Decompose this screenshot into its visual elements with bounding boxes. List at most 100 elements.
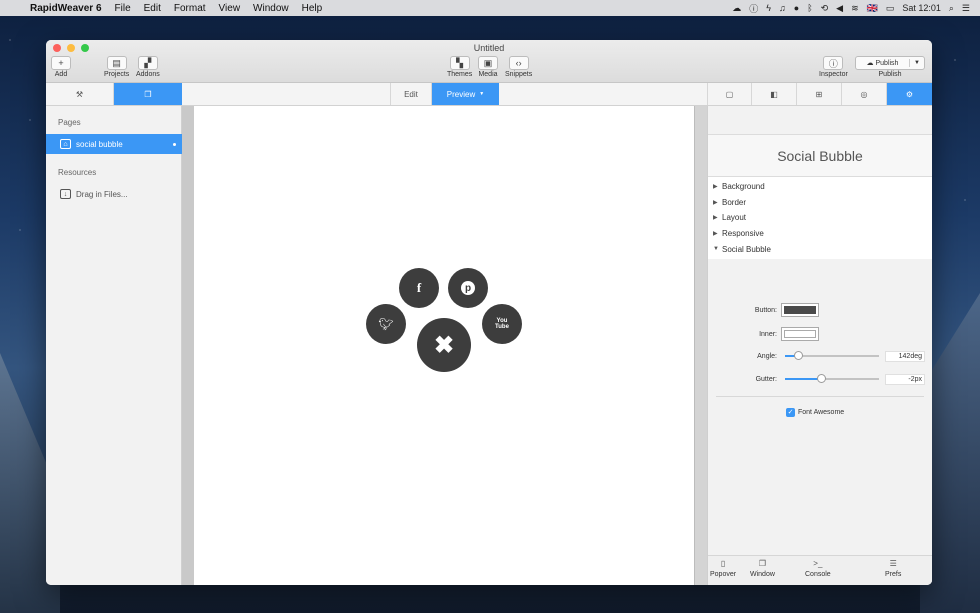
twitter-icon: 🐦︎	[378, 317, 394, 331]
inner-color-row: Inner:	[708, 326, 932, 342]
info-icon[interactable]: ⓘ	[749, 2, 758, 15]
menu-file[interactable]: File	[115, 3, 131, 14]
music-icon[interactable]: ♫	[779, 3, 786, 13]
menu-window[interactable]: Window	[253, 3, 289, 14]
target-icon: ◎	[860, 89, 868, 99]
section-label: Background	[722, 182, 765, 192]
font-awesome-label: Font Awesome	[798, 409, 845, 416]
menu-help[interactable]: Help	[302, 3, 323, 14]
drag-in-files[interactable]: ↓ Drag in Files...	[46, 184, 182, 204]
section-responsive[interactable]: ▶ Responsive	[708, 226, 932, 242]
pages-icon: ❐	[144, 89, 152, 99]
add-button[interactable]: + Add	[51, 56, 71, 78]
gutter-slider[interactable]	[785, 374, 879, 383]
snippets-icon: ‹›	[508, 56, 529, 70]
button-color-well[interactable]	[781, 303, 819, 317]
header-layout-icon: ⊞	[815, 89, 823, 99]
title-bar: Untitled + Add ▤ Projects ▞ Addons ▚ The…	[46, 40, 932, 83]
font-awesome-checkbox[interactable]: ✓ Font Awesome	[786, 408, 844, 417]
media-button[interactable]: ▣ Media	[478, 56, 498, 78]
gutter-value-field[interactable]: -2px	[885, 373, 925, 385]
tab-settings[interactable]: ⚙	[887, 83, 932, 105]
tab-header-layout[interactable]: ⊞	[797, 83, 842, 105]
inner-color-fill	[784, 330, 816, 338]
disclosure-right-icon: ▶	[713, 215, 718, 222]
addons-button[interactable]: ▞ Addons	[136, 56, 160, 78]
canvas-scrollbar[interactable]	[694, 106, 707, 585]
edit-mode-button[interactable]: Edit	[390, 83, 432, 105]
lightning-icon[interactable]: ϟ	[766, 3, 771, 13]
pinterest-bubble[interactable]: p	[448, 268, 488, 308]
sidebar-item-social-bubble[interactable]: ⌂ social bubble	[46, 134, 182, 154]
addons-label: Addons	[136, 71, 160, 78]
tab-general[interactable]: ⚒	[46, 83, 114, 105]
console-button[interactable]: >_ Console	[805, 559, 831, 578]
menu-view[interactable]: View	[219, 3, 241, 14]
facebook-bubble[interactable]: f	[399, 268, 439, 308]
volume-icon[interactable]: ◀	[836, 3, 843, 14]
spotlight-icon[interactable]: ⌕	[949, 3, 954, 14]
gutter-slider-fill	[785, 378, 821, 380]
popover-button[interactable]: ▯ Popover	[710, 559, 736, 578]
sidebar-item-label: social bubble	[76, 139, 123, 149]
clock[interactable]: Sat 12:01	[902, 3, 941, 13]
info-circle-icon: ⓘ	[823, 56, 844, 70]
inner-color-well[interactable]	[781, 327, 819, 341]
record-icon[interactable]: ●	[794, 3, 799, 13]
section-background[interactable]: ▶ Background	[708, 179, 932, 195]
secondary-toolbar: ⚒ ❐ Edit Preview ▼ ▢ ◧ ⊞ ◎ ⚙	[46, 83, 932, 106]
sidebar: Pages ⌂ social bubble Resources ↓ Drag i…	[46, 106, 182, 585]
disclosure-right-icon: ▶	[713, 231, 718, 238]
resources-header: Resources	[58, 168, 97, 177]
page-status-dot	[173, 142, 176, 146]
bluetooth-icon[interactable]: ᛒ	[807, 3, 812, 13]
gutter-slider-knob[interactable]	[817, 374, 826, 383]
snippets-button[interactable]: ‹› Snippets	[505, 56, 532, 78]
tab-pages[interactable]: ❐	[114, 83, 182, 105]
projects-label: Projects	[104, 71, 130, 78]
close-bubble[interactable]: ✖	[417, 318, 471, 372]
menu-edit[interactable]: Edit	[144, 3, 161, 14]
tab-page-layout[interactable]: ▢	[707, 83, 752, 105]
close-icon: ✖	[433, 331, 455, 359]
inspector-button[interactable]: ⓘ Inspector	[819, 56, 848, 78]
preview-area: f p 🐦︎ ✖ You Tube	[182, 106, 707, 585]
inner-color-label: Inner:	[759, 330, 777, 338]
themes-icon: ▚	[449, 56, 470, 70]
notification-center-icon[interactable]: ☰	[962, 3, 970, 14]
window-label: Window	[750, 571, 775, 578]
terminal-icon: >_	[813, 559, 823, 568]
app-window: Untitled + Add ▤ Projects ▞ Addons ▚ The…	[46, 40, 932, 585]
input-source-flag[interactable]: 🇬🇧	[867, 3, 878, 14]
section-social-bubble[interactable]: ▼ Social Bubble	[708, 241, 932, 257]
inspector-label: Inspector	[819, 71, 848, 78]
time-machine-icon[interactable]: ⟲	[821, 3, 829, 14]
youtube-bubble[interactable]: You Tube	[482, 304, 522, 344]
section-border[interactable]: ▶ Border	[708, 195, 932, 211]
plus-icon: +	[51, 56, 71, 70]
publish-dropdown-icon[interactable]: ▼	[910, 60, 924, 66]
menu-format[interactable]: Format	[174, 3, 206, 14]
console-label: Console	[805, 571, 831, 578]
angle-slider-knob[interactable]	[794, 351, 803, 360]
publish-button[interactable]: ☁ Publish ▼	[855, 56, 925, 70]
prefs-button[interactable]: ☰ Prefs	[885, 559, 901, 578]
preview-mode-button[interactable]: Preview ▼	[432, 83, 499, 105]
menu-app-name[interactable]: RapidWeaver 6	[30, 3, 102, 14]
section-layout[interactable]: ▶ Layout	[708, 210, 932, 226]
angle-value-field[interactable]: 142deg	[885, 350, 925, 362]
inspector-header	[708, 106, 932, 135]
wifi-icon[interactable]: ≋	[851, 3, 859, 14]
creative-cloud-icon[interactable]: ☁	[732, 3, 741, 14]
tab-sidebar-layout[interactable]: ◧	[752, 83, 797, 105]
preview-label: Preview	[446, 89, 476, 99]
battery-icon[interactable]: ▭	[886, 3, 895, 14]
twitter-bubble[interactable]: 🐦︎	[366, 304, 406, 344]
window-button[interactable]: ❐ Window	[750, 559, 775, 578]
projects-button[interactable]: ▤ Projects	[104, 56, 129, 78]
tab-styles[interactable]: ◎	[842, 83, 887, 105]
themes-button[interactable]: ▚ Themes	[447, 56, 472, 78]
inspector-sections: ▶ Background ▶ Border ▶ Layout ▶ Responsive …	[708, 177, 932, 259]
angle-slider[interactable]	[785, 351, 879, 360]
section-label: Border	[722, 197, 747, 207]
